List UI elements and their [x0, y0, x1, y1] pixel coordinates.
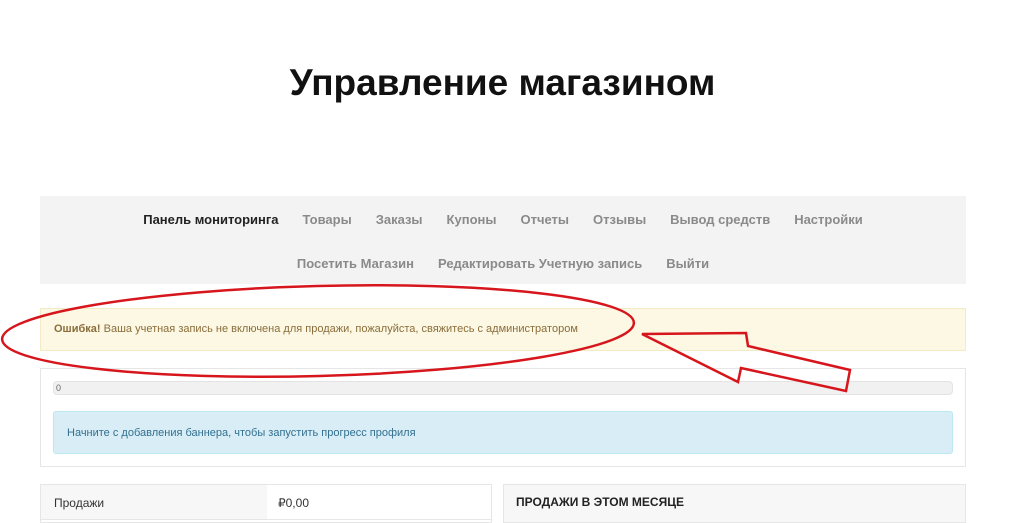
profile-progress-percent: 0: [56, 383, 62, 393]
nav-item-edit-account[interactable]: Редактировать Учетную запись: [438, 256, 642, 271]
nav-item-coupons[interactable]: Купоны: [447, 212, 497, 227]
dashboard-nav: Панель мониторинга Товары Заказы Купоны …: [40, 196, 966, 284]
page-title: Управление магазином: [289, 62, 716, 103]
nav-item-dashboard[interactable]: Панель мониторинга: [143, 212, 278, 227]
nav-item-orders[interactable]: Заказы: [376, 212, 423, 227]
nav-item-reports[interactable]: Отчеты: [520, 212, 569, 227]
stats-table: Продажи ₽0,00: [40, 484, 492, 523]
stats-label-sales: Продажи: [41, 485, 267, 519]
sales-this-month-title: ПРОДАЖИ В ЭТОМ МЕСЯЦЕ: [516, 495, 684, 509]
nav-item-products[interactable]: Товары: [303, 212, 352, 227]
nav-item-settings[interactable]: Настройки: [794, 212, 863, 227]
nav-row-secondary: Посетить Магазин Редактировать Учетную з…: [40, 256, 966, 271]
alert-error-message: Ваша учетная запись не включена для прод…: [100, 323, 578, 335]
alert-error-prefix: Ошибка!: [54, 323, 101, 335]
nav-item-logout[interactable]: Выйти: [666, 256, 709, 271]
profile-progress-bar: 0: [53, 381, 953, 395]
account-error-alert: Ошибка! Ваша учетная запись не включена …: [40, 308, 966, 351]
profile-progress-info: Начните с добавления баннера, чтобы запу…: [53, 411, 953, 454]
stats-value-sales: ₽0,00: [278, 496, 309, 510]
nav-row-primary: Панель мониторинга Товары Заказы Купоны …: [40, 212, 966, 227]
nav-item-reviews[interactable]: Отзывы: [593, 212, 646, 227]
sales-this-month-panel: ПРОДАЖИ В ЭТОМ МЕСЯЦЕ: [503, 484, 966, 523]
nav-item-withdraw[interactable]: Вывод средств: [670, 212, 770, 227]
table-divider: [41, 519, 491, 520]
profile-progress-card: 0 Начните с добавления баннера, чтобы за…: [40, 368, 966, 467]
nav-item-visit-store[interactable]: Посетить Магазин: [297, 256, 414, 271]
